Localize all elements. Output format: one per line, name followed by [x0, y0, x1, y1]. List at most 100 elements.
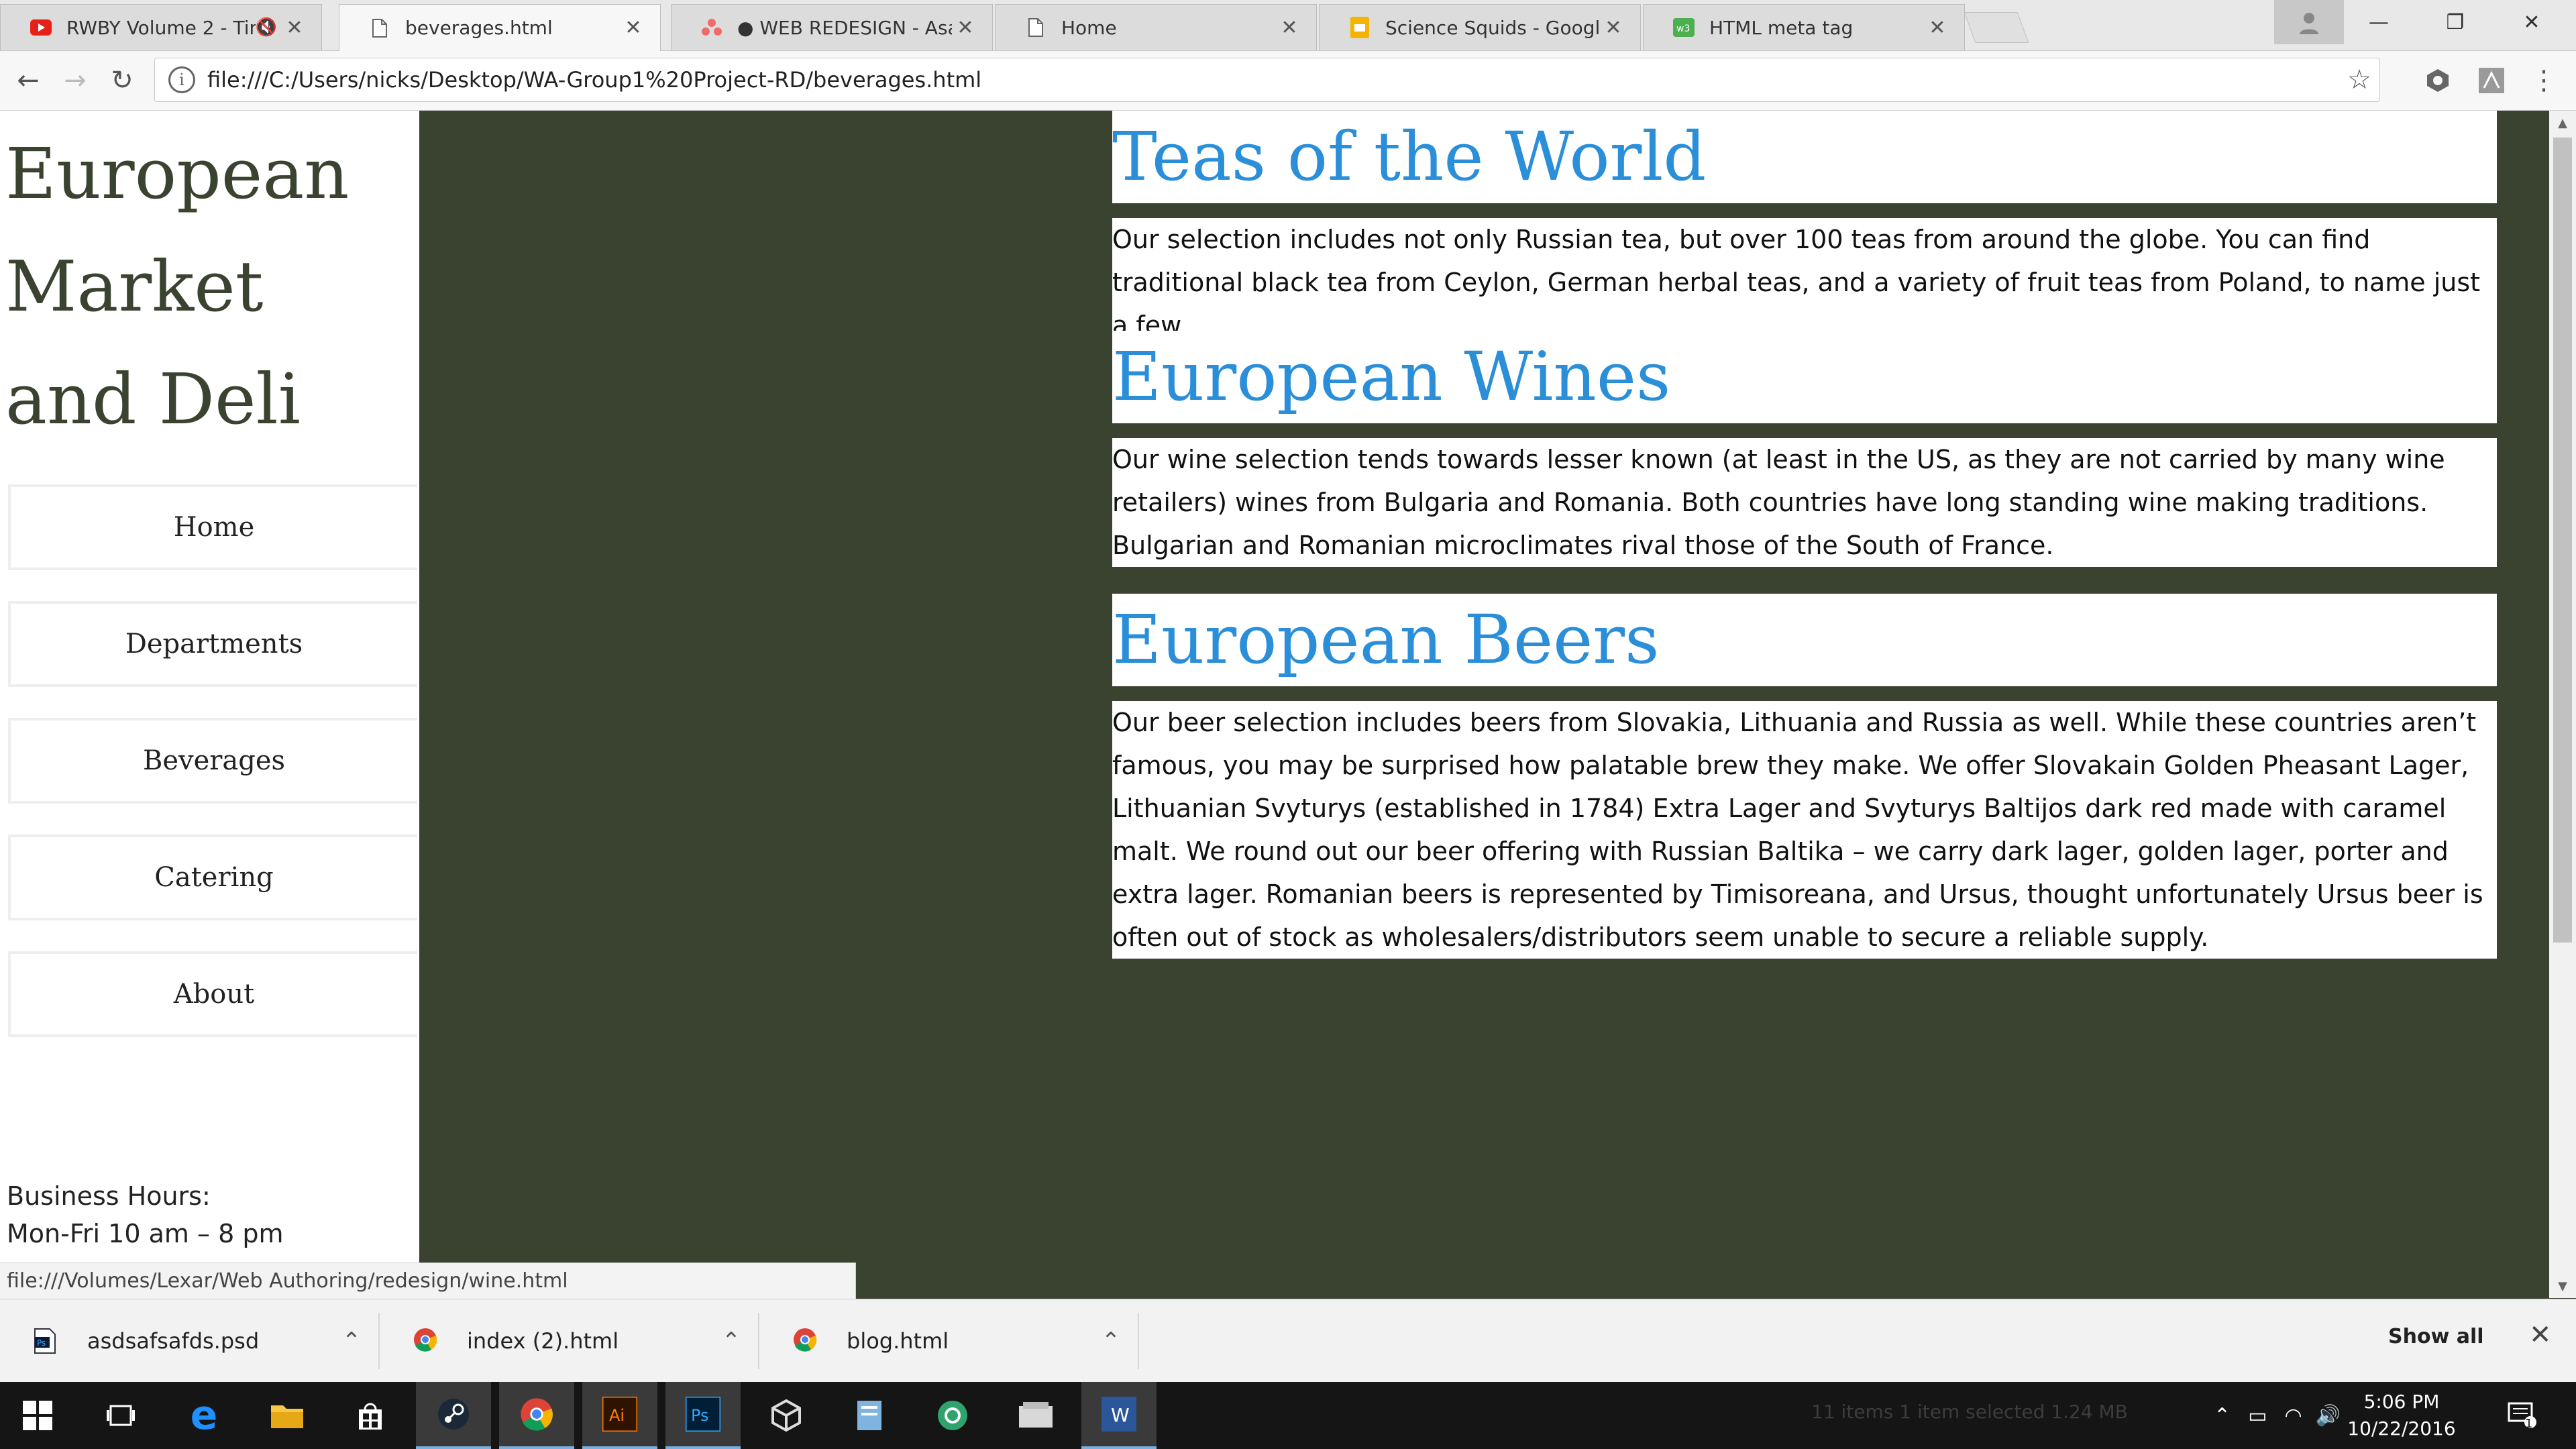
address-bar[interactable]: i file:///C:/Users/nicks/Desktop/WA-Grou… — [154, 58, 2380, 102]
reload-button[interactable]: ↻ — [102, 60, 142, 101]
address-url[interactable]: file:///C:/Users/nicks/Desktop/WA-Group1… — [207, 67, 2339, 93]
chrome-icon — [793, 1328, 820, 1354]
acrobat-extension-button[interactable] — [2471, 60, 2512, 101]
web-page: European Market and Deli Home Department… — [0, 111, 2549, 1298]
chrome-icon[interactable] — [499, 1382, 574, 1449]
new-tab-button[interactable] — [1964, 12, 2029, 43]
close-icon[interactable]: ✕ — [1600, 16, 1627, 40]
menu-button[interactable]: ⋮ — [2524, 60, 2564, 101]
svg-text:Ai: Ai — [609, 1406, 625, 1425]
download-name: index (2).html — [467, 1328, 619, 1354]
clock-time: 5:06 PM — [2363, 1391, 2440, 1413]
download-item[interactable]: Ps asdsafsafds.psd ⌃ — [0, 1313, 380, 1369]
tab-title: ● WEB REDESIGN - Asan — [737, 16, 952, 39]
clock[interactable]: 5:06 PM 10/22/2016 — [2334, 1389, 2469, 1442]
section-title-beers: European Beers — [1112, 594, 2497, 686]
back-button[interactable]: ← — [8, 60, 48, 101]
link-status-bubble: file:///Volumes/Lexar/Web Authoring/rede… — [0, 1263, 856, 1299]
close-icon[interactable]: ✕ — [620, 16, 647, 40]
battery-icon[interactable]: ▭ — [2248, 1404, 2267, 1428]
speaker-muted-icon[interactable]: 🔇 — [256, 17, 277, 38]
tab-title: Home — [1061, 16, 1117, 39]
section-text-wines: Our wine selection tends towards lesser … — [1112, 438, 2497, 567]
svg-text:W: W — [1111, 1404, 1130, 1426]
section-title-teas: Teas of the World — [1112, 111, 2497, 203]
scroll-up-arrow-icon[interactable]: ▲ — [2549, 111, 2576, 135]
nav-catering[interactable]: Catering — [8, 835, 417, 920]
download-name: asdsafsafds.psd — [87, 1328, 260, 1354]
chevron-up-icon[interactable]: ⌃ — [325, 1328, 378, 1354]
notification-center-button[interactable]: 1 — [2482, 1382, 2563, 1449]
illustrator-icon[interactable]: Ai — [582, 1382, 657, 1449]
close-icon[interactable]: ✕ — [952, 16, 979, 40]
info-icon[interactable]: i — [168, 66, 195, 93]
chevron-up-icon[interactable]: ⌃ — [1084, 1328, 1138, 1354]
store-icon[interactable] — [333, 1382, 408, 1449]
close-icon[interactable]: ✕ — [1276, 16, 1303, 40]
nav-about[interactable]: About — [8, 951, 417, 1037]
unity-icon[interactable] — [749, 1382, 824, 1449]
file-explorer-icon[interactable] — [250, 1382, 325, 1449]
nav-beverages[interactable]: Beverages — [8, 718, 417, 804]
close-icon[interactable]: ✕ — [1924, 16, 1951, 40]
tab-strip: RWBY Volume 2 - Tim 🔇 ✕ beverages.html ✕… — [0, 0, 2576, 51]
download-name: blog.html — [847, 1328, 949, 1354]
download-shelf: Ps asdsafsafds.psd ⌃ index (2).html ⌃ bl… — [0, 1299, 2576, 1383]
bookmark-star-icon[interactable]: ☆ — [2339, 64, 2379, 95]
scroll-down-arrow-icon[interactable]: ▼ — [2549, 1274, 2576, 1298]
tab-science-squids[interactable]: Science Squids - Google ✕ — [1319, 4, 1641, 50]
word-icon[interactable]: W — [1081, 1382, 1157, 1449]
task-view-icon[interactable] — [83, 1382, 158, 1449]
clock-date: 10/22/2016 — [2347, 1417, 2456, 1440]
tab-rwby[interactable]: RWBY Volume 2 - Tim 🔇 ✕ — [0, 4, 322, 50]
arrow-right-icon: → — [64, 65, 87, 96]
close-icon[interactable]: ✕ — [2529, 1320, 2552, 1350]
tab-asana[interactable]: ● WEB REDESIGN - Asan ✕ — [671, 4, 993, 50]
business-hours: Business Hours: Mon-Fri 10 am – 8 pm — [7, 1177, 283, 1252]
page-scrollbar[interactable]: ▲ ▼ — [2549, 111, 2576, 1298]
reload-icon: ↻ — [111, 65, 133, 96]
profile-button[interactable] — [2274, 0, 2344, 44]
download-item[interactable]: blog.html ⌃ — [759, 1313, 1139, 1369]
nav-departments[interactable]: Departments — [8, 601, 417, 687]
asana-icon — [701, 17, 722, 38]
user-icon — [2300, 13, 2318, 34]
extension-button[interactable] — [2418, 60, 2458, 101]
svg-text:Ps: Ps — [691, 1406, 709, 1425]
close-window-button[interactable]: ✕ — [2494, 0, 2569, 44]
notes-icon[interactable] — [832, 1382, 907, 1449]
tab-beverages[interactable]: beverages.html ✕ — [339, 4, 661, 51]
sidebar: European Market and Deli Home Department… — [0, 111, 419, 1298]
restore-button[interactable]: ❐ — [2418, 0, 2493, 44]
photoshop-file-icon: Ps — [34, 1328, 60, 1354]
file-icon — [369, 17, 390, 39]
tab-title: Science Squids - Google — [1385, 16, 1600, 39]
file-manager-icon[interactable] — [998, 1382, 1073, 1449]
wifi-icon[interactable]: ◠ — [2285, 1404, 2302, 1428]
tab-html-meta[interactable]: w3 HTML meta tag ✕ — [1643, 4, 1965, 50]
windows-start-icon[interactable] — [0, 1382, 75, 1449]
steam-icon[interactable] — [416, 1382, 491, 1449]
app-icon[interactable] — [915, 1382, 990, 1449]
close-icon[interactable]: ✕ — [281, 16, 308, 40]
tab-title: beverages.html — [405, 17, 553, 39]
download-item[interactable]: index (2).html ⌃ — [380, 1313, 759, 1369]
edge-icon[interactable]: e — [166, 1382, 241, 1449]
show-all-downloads-link[interactable]: Show all — [2388, 1325, 2484, 1348]
chevron-up-icon[interactable]: ⌃ — [704, 1328, 758, 1354]
chevron-up-icon[interactable]: ⌃ — [2214, 1404, 2231, 1428]
hours-value: Mon-Fri 10 am – 8 pm — [7, 1219, 284, 1248]
svg-text:Ps: Ps — [37, 1338, 46, 1348]
tab-title: HTML meta tag — [1709, 16, 1854, 39]
nav-home[interactable]: Home — [8, 484, 417, 570]
photoshop-icon[interactable]: Ps — [665, 1382, 741, 1449]
scroll-thumb[interactable] — [2553, 138, 2572, 943]
notification-count: 1 — [2525, 1417, 2533, 1431]
youtube-icon — [30, 17, 52, 38]
tab-home[interactable]: Home ✕ — [995, 4, 1317, 50]
svg-text:w3: w3 — [1676, 23, 1690, 34]
file-icon — [1025, 17, 1046, 38]
minimize-button[interactable]: — — [2341, 0, 2416, 44]
forward-button[interactable]: → — [55, 60, 95, 101]
acrobat-icon — [2479, 68, 2504, 93]
